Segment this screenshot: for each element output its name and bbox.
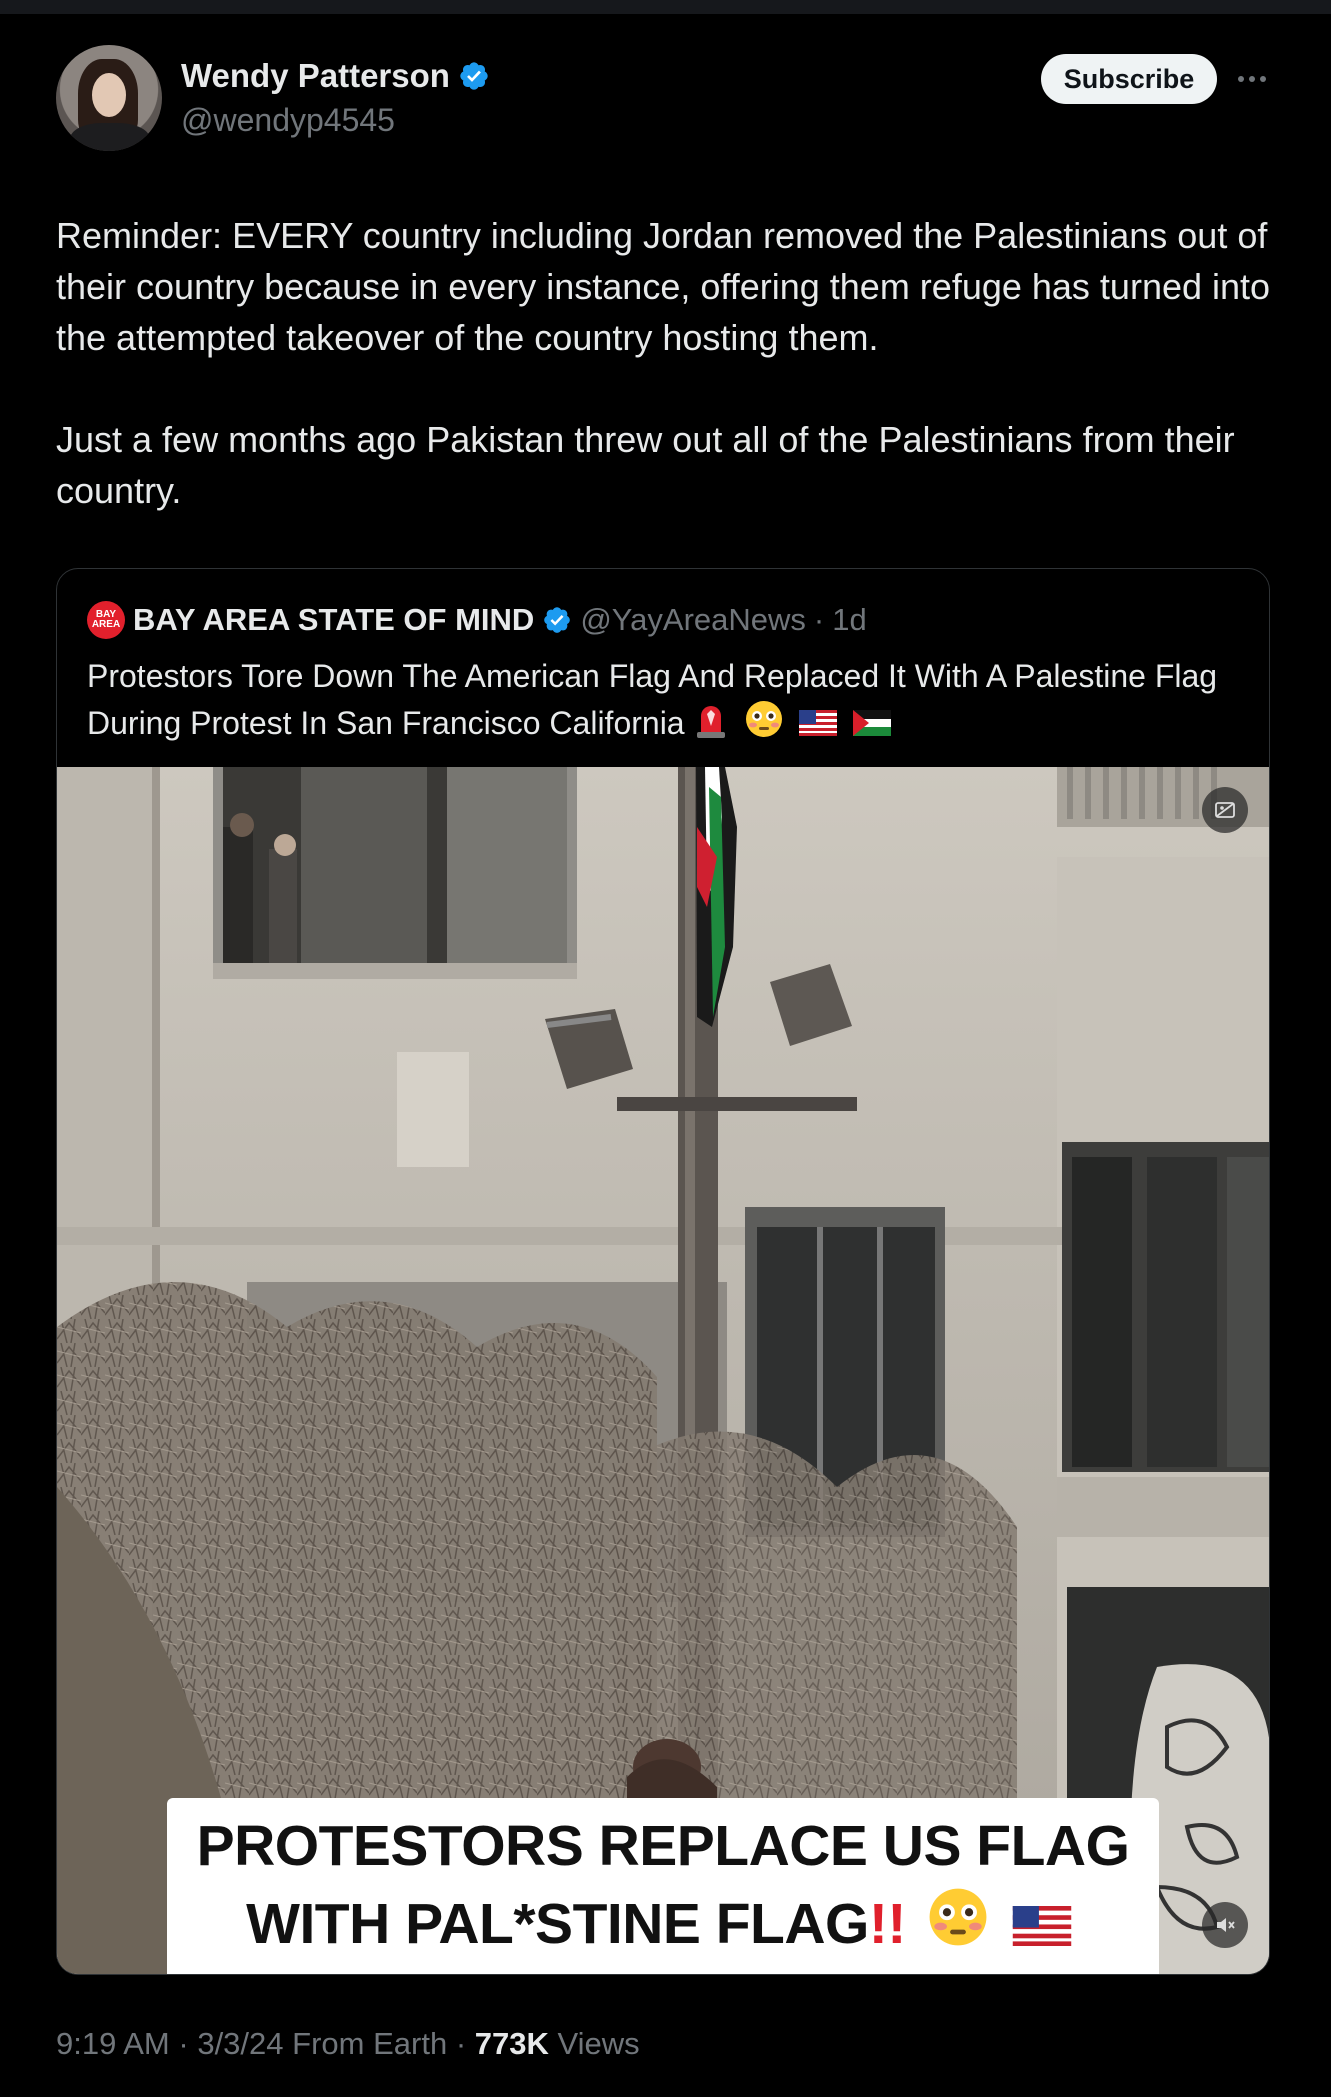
palestine-flag-emoji [852,702,891,749]
video-player[interactable]: PROTESTORS REPLACE US FLAG WITH PAL*STIN… [57,767,1269,1974]
views-count[interactable]: 773K [475,2026,549,2061]
quoted-separator: · [813,602,825,637]
meta-separator: · [455,2026,467,2061]
quoted-author-handle[interactable]: @YayAreaNews [580,602,806,638]
more-dot [1249,76,1255,82]
muted-speaker-icon[interactable] [1202,1902,1248,1948]
avatar-face [92,73,126,117]
flushed-face-emoji [928,1887,988,1967]
author-name-row[interactable]: Wendy Patterson [181,56,490,96]
quoted-tweet-card[interactable]: BAY AREA BAY AREA STATE OF MIND @YayArea… [56,568,1270,1975]
author-display-name[interactable]: Wendy Patterson [181,57,450,95]
caption-line-2: WITH PAL*STINE FLAG [246,1891,869,1956]
author-handle[interactable]: @wendyp4545 [181,102,395,139]
tweet-metadata: 9:19 AM · 3/3/24 From Earth · 773K Views [56,2026,640,2062]
meta-separator: · [178,2026,189,2061]
views-label[interactable]: Views [558,2026,640,2061]
tweet-date[interactable]: 3/3/24 [197,2026,283,2061]
caption-line-2-row: WITH PAL*STINE FLAG!! [246,1885,1080,1968]
subscribe-button[interactable]: Subscribe [1041,54,1217,104]
rotating-light-emoji [693,700,729,751]
quoted-tweet-text: Protestors Tore Down The American Flag A… [87,653,1247,751]
quoted-text-body: Protestors Tore Down The American Flag A… [87,658,1218,741]
more-dot [1238,76,1244,82]
more-dot [1260,76,1266,82]
quoted-timestamp[interactable]: 1d [832,602,866,638]
tweet-text: Reminder: EVERY country including Jordan… [56,210,1286,516]
quoted-tweet-header: BAY AREA BAY AREA STATE OF MIND @YayArea… [87,599,867,641]
caption-exclamation: !! [868,1891,906,1956]
tweet-source: From Earth [292,2026,448,2061]
quoted-logo-text: AREA [91,619,121,630]
flushed-face-emoji [745,700,783,751]
avatar[interactable] [56,45,162,151]
more-horizontal-icon[interactable] [1230,62,1274,96]
verified-badge-icon [544,607,571,633]
tweet-time[interactable]: 9:19 AM [56,2026,170,2061]
us-flag-emoji [1012,1888,1072,1966]
tweet-paragraph: Reminder: EVERY country including Jordan… [56,215,1271,358]
caption-line-1: PROTESTORS REPLACE US FLAG [196,1813,1130,1878]
verified-badge-icon [460,62,488,90]
quoted-author-avatar[interactable]: BAY AREA [87,601,125,639]
sensitive-media-icon[interactable] [1202,787,1248,833]
tweet-paragraph: Just a few months ago Pakistan threw out… [56,419,1235,511]
video-caption: PROTESTORS REPLACE US FLAG WITH PAL*STIN… [167,1798,1159,1974]
top-bar [0,0,1331,14]
video-frame [57,767,1269,1974]
quoted-author-name[interactable]: BAY AREA STATE OF MIND [133,602,534,638]
us-flag-emoji [798,702,837,749]
avatar-body [70,123,150,151]
